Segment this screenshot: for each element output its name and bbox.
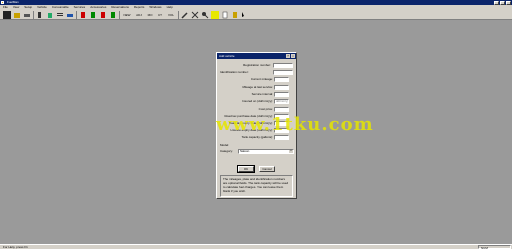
fuel-red-icon[interactable] [79, 11, 87, 19]
key-icon[interactable] [201, 11, 209, 19]
model-label: Model: [220, 143, 230, 147]
help-book-icon[interactable] [231, 11, 239, 19]
category-select[interactable]: Saloon ▼ [238, 149, 294, 154]
status-help-text: For Help, press F1 [3, 245, 28, 249]
open-folder-icon[interactable] [13, 11, 21, 19]
window-title: FuelMan [7, 0, 19, 4]
category-value: Saloon [240, 149, 250, 153]
dialog-note: The mileages, plate and identification n… [220, 175, 293, 197]
minimize-button[interactable] [494, 0, 499, 5]
current-mileage-field[interactable] [274, 77, 289, 82]
registration-field[interactable] [273, 63, 293, 68]
pump-icon[interactable] [36, 11, 44, 19]
toolbar-new[interactable]: NEW [122, 11, 132, 19]
cancel-button[interactable]: Cancel [259, 166, 275, 172]
dialog-help-button[interactable]: ? [286, 54, 290, 58]
last-service-label: Mileage at last service: [242, 85, 273, 89]
insured-on-label: Insured on (dd/mm/yy): [242, 99, 273, 103]
fuel-green-2-icon[interactable] [109, 11, 117, 19]
report-icon[interactable] [221, 11, 229, 19]
fuel-red-2-icon[interactable] [99, 11, 107, 19]
service-interval-label: Service interval: [251, 92, 273, 96]
vehicle-icon[interactable] [66, 11, 74, 19]
fuel-green-icon[interactable] [89, 11, 97, 19]
category-label: Category: [220, 149, 234, 153]
toolbar: NEW ADJ MO CT VOL [0, 10, 512, 20]
context-help-icon[interactable] [241, 11, 249, 19]
cost-price-label: Cost price: [258, 107, 273, 111]
dialog-title: Add vehicle [217, 53, 296, 59]
identification-label: Identification number: [220, 70, 249, 74]
dialog-close-button[interactable]: × [291, 54, 295, 58]
alert-icon[interactable] [211, 11, 219, 19]
print-icon[interactable] [23, 11, 31, 19]
service-interval-field[interactable] [274, 92, 289, 97]
tools-icon[interactable] [191, 11, 199, 19]
toolbar-adj[interactable]: ADJ [134, 11, 144, 19]
cost-price-field[interactable] [274, 107, 289, 112]
list-icon[interactable] [56, 11, 64, 19]
watermark: www.1tku.com [216, 114, 374, 135]
current-mileage-label: Current mileage: [250, 77, 273, 81]
close-button[interactable] [506, 0, 511, 5]
wrench-icon[interactable] [181, 11, 189, 19]
toolbar-mo[interactable]: MO [146, 11, 154, 19]
last-service-field[interactable] [274, 85, 289, 90]
maximize-button[interactable] [500, 0, 505, 5]
chevron-down-icon[interactable]: ▼ [289, 150, 293, 153]
tank-capacity-field[interactable] [274, 135, 289, 140]
ok-button[interactable]: OK [237, 165, 255, 173]
app-icon [1, 1, 4, 4]
insured-on-field[interactable]: dd/mm/yy [274, 99, 289, 104]
toolbar-vol[interactable]: VOL [166, 11, 176, 19]
status-bar: For Help, press F1 NUM [0, 244, 512, 249]
new-file-icon[interactable] [3, 11, 11, 19]
tank-icon[interactable] [46, 11, 54, 19]
status-num-indicator: NUM [478, 245, 511, 249]
registration-label: Registration number: [243, 63, 271, 67]
tank-capacity-label: Tank capacity (gallons): [241, 135, 273, 139]
toolbar-ct[interactable]: CT [156, 11, 164, 19]
identification-field[interactable] [273, 70, 293, 75]
